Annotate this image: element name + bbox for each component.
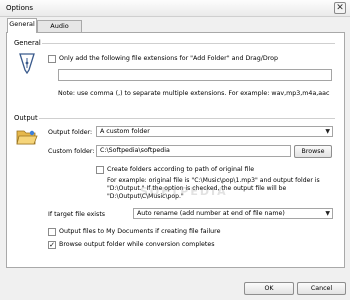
create-folders-checkbox[interactable]: [96, 166, 104, 174]
mydocs-checkbox[interactable]: [48, 228, 56, 236]
title-bar: Options ✕: [0, 0, 350, 17]
browse-button[interactable]: Browse: [294, 145, 332, 158]
output-folder-select[interactable]: A custom folder ▼: [96, 126, 333, 137]
mydocs-label: Output files to My Documents if creating…: [59, 228, 221, 235]
window-title: Options: [6, 4, 34, 12]
general-section-label: General: [14, 39, 41, 47]
browse-after-checkbox[interactable]: ✓: [48, 241, 56, 249]
create-folders-label: Create folders according to path of orig…: [107, 166, 255, 173]
tab-audio-options[interactable]: Audio Options: [37, 20, 82, 41]
chevron-down-icon: ▼: [325, 210, 330, 217]
ok-button[interactable]: OK: [244, 282, 294, 295]
example-line: For example: original file is "C:\Music\…: [107, 177, 320, 184]
pen-icon: [18, 52, 36, 75]
output-folder-label: Output folder:: [48, 129, 93, 136]
add-extensions-label: Only add the following file extensions f…: [59, 55, 279, 62]
watermark: SOFTPEDIA: [140, 185, 228, 198]
extensions-input[interactable]: [58, 69, 332, 81]
output-folder-value: A custom folder: [100, 128, 150, 135]
output-divider: [39, 118, 335, 119]
browse-after-label: Browse output folder while conversion co…: [59, 241, 215, 248]
custom-folder-label: Custom folder:: [48, 148, 95, 155]
custom-folder-input[interactable]: C:\Softpedia\softpedia: [96, 145, 291, 157]
if-exists-select[interactable]: Auto rename (add number at end of file n…: [133, 208, 333, 219]
if-exists-value: Auto rename (add number at end of file n…: [137, 210, 285, 217]
output-section-label: Output: [14, 114, 38, 122]
general-divider: [42, 43, 335, 44]
if-exists-label: If target file exists: [48, 211, 106, 218]
tab-general[interactable]: General: [7, 18, 37, 33]
folder-icon: [16, 128, 38, 146]
close-icon[interactable]: ✕: [334, 2, 346, 14]
extensions-note: Note: use comma (,) to separate multiple…: [58, 90, 330, 97]
chevron-down-icon: ▼: [325, 128, 330, 135]
add-extensions-checkbox[interactable]: [48, 55, 56, 63]
cancel-button[interactable]: Cancel: [297, 282, 346, 295]
